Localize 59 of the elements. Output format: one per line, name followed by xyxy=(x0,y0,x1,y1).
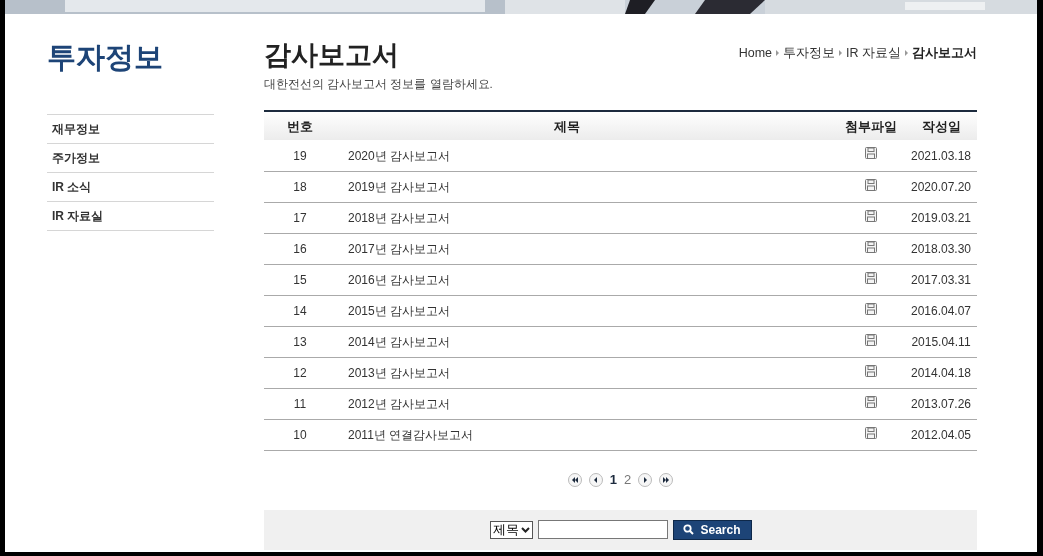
post-title-link[interactable]: 2017년 감사보고서 xyxy=(348,241,451,256)
chevron-icon xyxy=(839,50,842,57)
page-title: 감사보고서 xyxy=(264,39,399,72)
table-cell: 2016.04.07 xyxy=(910,303,972,318)
chevron-icon xyxy=(905,50,908,57)
post-title-link[interactable]: 2013년 감사보고서 xyxy=(348,365,451,380)
column-header: 번호 xyxy=(287,118,313,134)
post-title-link[interactable]: 2019년 감사보고서 xyxy=(348,179,451,194)
post-title-link[interactable]: 2012년 감사보고서 xyxy=(348,396,451,411)
sidebar-item[interactable]: 재무정보 xyxy=(52,120,100,138)
previous-page-icon[interactable] xyxy=(588,472,603,487)
search-button[interactable]: Search xyxy=(672,519,752,540)
table-cell: 15 xyxy=(293,272,307,287)
table-cell: 17 xyxy=(293,210,307,225)
post-title-link[interactable]: 2014년 감사보고서 xyxy=(348,334,451,349)
sidebar-item[interactable]: 주가정보 xyxy=(52,149,100,167)
table-cell: 11 xyxy=(293,396,307,411)
breadcrumb-link[interactable]: Home xyxy=(738,44,772,63)
next-page-icon[interactable] xyxy=(638,472,653,487)
search-input[interactable] xyxy=(537,520,668,540)
breadcrumb-link[interactable]: IR 자료실 xyxy=(846,44,901,63)
table-cell: 2018.03.30 xyxy=(910,241,972,256)
column-header: 첨부파일 xyxy=(845,118,897,134)
table-cell: 2017.03.31 xyxy=(910,272,972,287)
breadcrumb-link[interactable]: 투자정보 xyxy=(783,44,835,63)
first-page-icon[interactable] xyxy=(567,472,582,487)
chevron-down-icon xyxy=(520,526,530,533)
post-title-link[interactable]: 2011년 연결감사보고서 xyxy=(348,427,474,442)
page-link[interactable]: 1 xyxy=(609,470,617,490)
table-cell: 18 xyxy=(293,179,307,194)
sidebar-item[interactable]: IR 소식 xyxy=(52,178,92,196)
search-icon xyxy=(683,524,695,536)
last-page-icon[interactable] xyxy=(659,472,674,487)
table-cell: 2019.03.21 xyxy=(910,210,972,225)
column-header: 제목 xyxy=(553,118,580,134)
table-cell: 2021.03.18 xyxy=(910,148,972,163)
table-cell: 2020.07.20 xyxy=(910,179,972,194)
post-title-link[interactable]: 2018년 감사보고서 xyxy=(348,210,451,225)
chevron-icon xyxy=(776,50,779,57)
table-cell: 16 xyxy=(293,241,307,256)
sidebar-title: 투자정보 xyxy=(47,40,163,75)
post-title-link[interactable]: 2016년 감사보고서 xyxy=(348,272,451,287)
table-cell: 2014.04.18 xyxy=(910,365,972,380)
table-cell: 2012.04.05 xyxy=(910,427,972,442)
column-header: 작성일 xyxy=(921,118,961,134)
table-cell: 19 xyxy=(293,148,307,163)
table-cell: 10 xyxy=(293,427,307,442)
breadcrumb-current: 감사보고서 xyxy=(912,45,977,62)
page-subtitle: 대한전선의 감사보고서 정보를 열람하세요. xyxy=(264,77,493,92)
post-title-link[interactable]: 2020년 감사보고서 xyxy=(348,148,451,163)
post-title-link[interactable]: 2015년 감사보고서 xyxy=(348,303,451,318)
page-link[interactable]: 2 xyxy=(624,470,632,490)
search-field-select[interactable]: 제목 xyxy=(489,520,533,539)
sidebar-item[interactable]: IR 자료실 xyxy=(52,207,104,225)
table-cell: 13 xyxy=(293,334,307,349)
table-cell: 12 xyxy=(293,365,307,380)
table-cell: 2013.07.26 xyxy=(910,396,972,411)
table-cell: 2015.04.11 xyxy=(911,334,971,349)
table-cell: 14 xyxy=(293,303,307,318)
